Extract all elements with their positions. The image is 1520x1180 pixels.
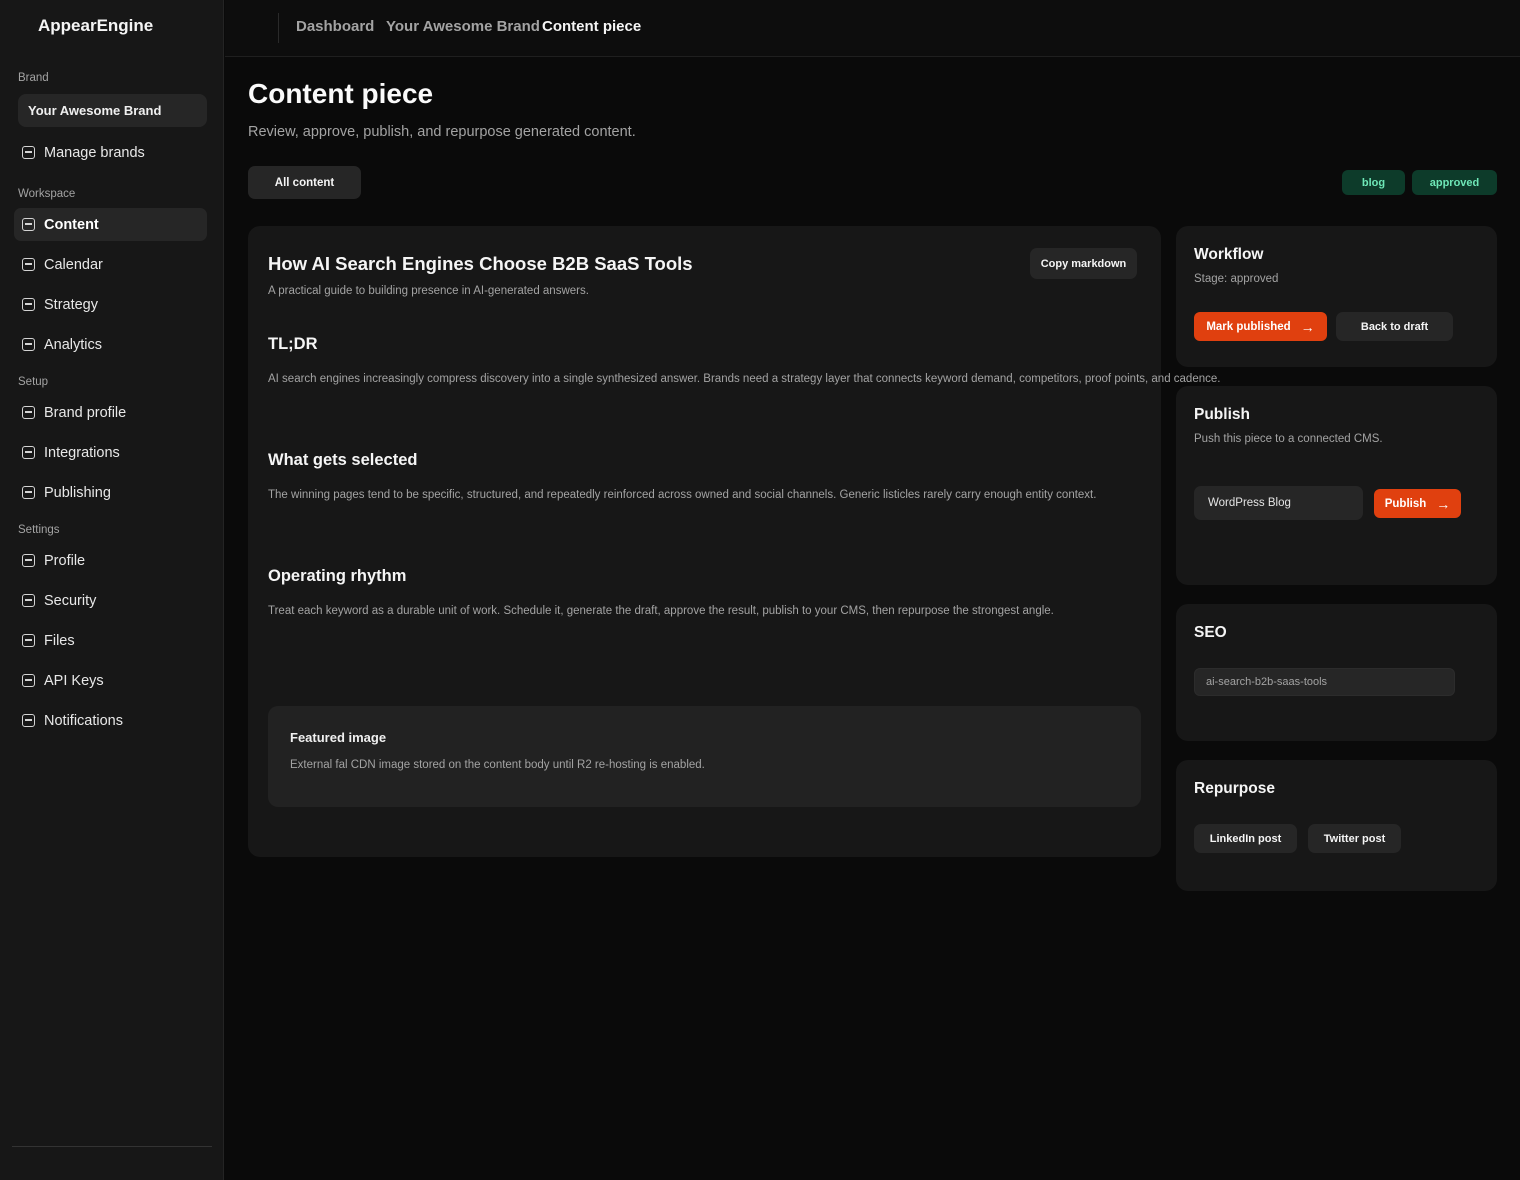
section-heading: TL;DR [268,335,318,353]
breadcrumb-brand[interactable]: Your Awesome Brand [386,18,540,35]
breadcrumb-current: Content piece [542,18,642,35]
publish-description: Push this piece to a connected CMS. [1194,433,1383,445]
linkedin-post-button[interactable]: LinkedIn post [1194,824,1297,853]
section-body: AI search engines increasingly compress … [268,373,1221,385]
copy-markdown-button[interactable]: Copy markdown [1030,248,1137,279]
sidebar-item-files[interactable]: Files [14,624,207,657]
publish-title: Publish [1194,406,1250,423]
sidebar-item-label: Profile [44,552,86,569]
publish-button[interactable]: Publish → [1374,489,1461,518]
app-logo[interactable]: AppearEngine [38,16,153,36]
repurpose-title: Repurpose [1194,780,1275,797]
arrow-right-icon: → [1300,318,1315,335]
sidebar-footer-divider [12,1146,212,1147]
section-body: Treat each keyword as a durable unit of … [268,605,1054,617]
sidebar-item-api-keys[interactable]: API Keys [14,664,207,697]
back-to-draft-button[interactable]: Back to draft [1336,312,1453,341]
article-card: How AI Search Engines Choose B2B SaaS To… [248,226,1220,857]
publish-card: Publish Push this piece to a connected C… [1176,386,1497,585]
repurpose-card: Repurpose LinkedIn post Twitter post [1176,760,1497,891]
status-badge: approved [1412,170,1497,195]
sidebar-item-label: Files [44,632,75,649]
sidebar-item-label: Strategy [44,296,98,313]
minus-square-icon [22,634,35,647]
sidebar: AppearEngine Brand Your Awesome Brand Ma… [0,0,224,1180]
twitter-post-button[interactable]: Twitter post [1308,824,1401,853]
topbar-divider [278,13,279,43]
minus-square-icon [22,258,35,271]
sidebar-item-analytics[interactable]: Analytics [14,328,207,361]
sidebar-item-label: Security [44,592,97,609]
sidebar-item-label: Publishing [44,484,111,501]
breadcrumb-dashboard[interactable]: Dashboard [296,18,374,35]
type-badge: blog [1342,170,1405,195]
page-title: Content piece [248,78,434,109]
section-label-setup: Setup [18,376,49,388]
sidebar-item-label: API Keys [44,672,104,689]
article-title: How AI Search Engines Choose B2B SaaS To… [268,253,693,274]
section-heading: What gets selected [268,451,418,469]
workflow-card: Workflow Stage: approved Mark published … [1176,226,1497,367]
section-label-settings: Settings [18,524,60,536]
section-label-workspace: Workspace [18,188,76,200]
seo-title: SEO [1194,624,1227,641]
sidebar-item-content[interactable]: Content [14,208,207,241]
featured-image-text: External fal CDN image stored on the con… [290,759,705,771]
minus-square-icon [22,554,35,567]
all-content-button[interactable]: All content [248,166,361,199]
arrow-right-icon: → [1436,495,1451,512]
article-subtitle: A practical guide to building presence i… [268,285,589,297]
section-heading: Operating rhythm [268,567,407,585]
sidebar-item-label: Integrations [44,444,120,461]
minus-square-icon [22,486,35,499]
sidebar-item-label: Calendar [44,256,103,273]
sidebar-item-notifications[interactable]: Notifications [14,704,207,737]
sidebar-item-calendar[interactable]: Calendar [14,248,207,281]
sidebar-item-label: Content [44,216,99,233]
page-subtitle: Review, approve, publish, and repurpose … [248,124,636,140]
featured-image-title: Featured image [290,730,387,745]
publish-button-label: Publish [1384,497,1427,510]
featured-image-panel: Featured image External fal CDN image st… [268,706,1141,807]
sidebar-item-brand-profile[interactable]: Brand profile [14,396,207,429]
brand-selector[interactable]: Your Awesome Brand [18,94,207,127]
sidebar-item-publishing[interactable]: Publishing [14,476,207,509]
sidebar-item-manage-brands[interactable]: Manage brands [14,136,207,169]
sidebar-item-label: Manage brands [44,144,145,161]
section-label-brand: Brand [18,72,49,84]
section-body: The winning pages tend to be specific, s… [268,489,1097,501]
sidebar-item-profile[interactable]: Profile [14,544,207,577]
cms-target-select[interactable]: WordPress Blog [1194,486,1363,520]
mark-published-label: Mark published [1206,320,1291,333]
seo-card: SEO [1176,604,1497,741]
sidebar-item-label: Analytics [44,336,103,353]
sidebar-item-integrations[interactable]: Integrations [14,436,207,469]
minus-square-icon [22,146,35,159]
minus-square-icon [22,218,35,231]
minus-square-icon [22,338,35,351]
minus-square-icon [22,446,35,459]
sidebar-item-label: Notifications [44,712,123,729]
minus-square-icon [22,594,35,607]
minus-square-icon [22,674,35,687]
workflow-title: Workflow [1194,246,1264,263]
sidebar-item-strategy[interactable]: Strategy [14,288,207,321]
seo-slug-input[interactable] [1194,668,1455,696]
workflow-stage: Stage: approved [1194,273,1279,285]
minus-square-icon [22,298,35,311]
minus-square-icon [22,406,35,419]
minus-square-icon [22,714,35,727]
topbar: Dashboard Your Awesome Brand Content pie… [225,0,1520,57]
sidebar-item-security[interactable]: Security [14,584,207,617]
sidebar-item-label: Brand profile [44,404,127,421]
mark-published-button[interactable]: Mark published → [1194,312,1327,341]
